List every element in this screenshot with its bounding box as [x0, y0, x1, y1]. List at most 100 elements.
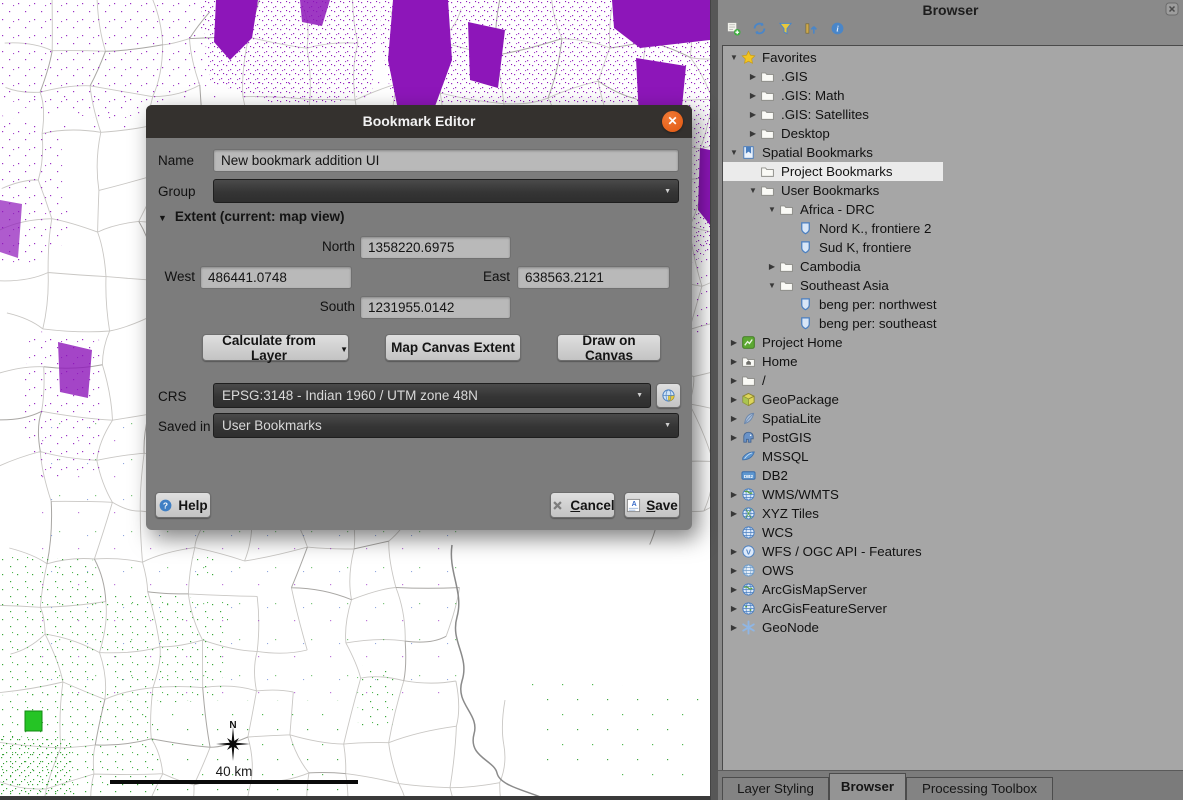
- browser-tree: ▼Favorites▶.GIS▶.GIS: Math▶.GIS: Satelli…: [722, 45, 1183, 771]
- tree-item-label: OWS: [762, 563, 794, 578]
- tree-item-label: Project Bookmarks: [781, 164, 893, 179]
- expander-closed-icon[interactable]: ▶: [746, 72, 760, 81]
- tab-processing-toolbox[interactable]: Processing Toolbox: [906, 777, 1053, 800]
- cancel-button[interactable]: Cancel: [550, 492, 615, 518]
- tree-item-db2[interactable]: DB2DB2: [723, 466, 788, 485]
- expander-closed-icon[interactable]: ▶: [727, 395, 741, 404]
- saved-in-combobox[interactable]: User Bookmarks▼: [213, 413, 679, 438]
- expander-closed-icon[interactable]: ▶: [746, 110, 760, 119]
- expander-closed-icon[interactable]: ▶: [746, 91, 760, 100]
- tree-item-wms-wmts[interactable]: ▶WMS/WMTS: [723, 485, 839, 504]
- expander-closed-icon[interactable]: ▶: [765, 262, 779, 271]
- tree-item-ows[interactable]: ▶ OWS: [723, 561, 794, 580]
- expander-closed-icon[interactable]: ▶: [727, 357, 741, 366]
- refresh-icon[interactable]: [752, 21, 769, 38]
- tree-item-[interactable]: ▶/: [723, 371, 766, 390]
- tree-item-geopackage[interactable]: ▶GeoPackage: [723, 390, 839, 409]
- tree-item-xyz-tiles[interactable]: ▶XYZ Tiles: [723, 504, 819, 523]
- save-button[interactable]: ASave: [624, 492, 680, 518]
- tree-item-postgis[interactable]: ▶ PostGIS: [723, 428, 812, 447]
- tree-item-gis-math[interactable]: ▶.GIS: Math: [723, 86, 845, 105]
- expander-closed-icon[interactable]: ▶: [727, 585, 741, 594]
- star-icon: [741, 50, 757, 65]
- globe-arcgis-map-icon: [741, 582, 757, 597]
- tree-item-label: ArcGisMapServer: [762, 582, 867, 597]
- expander-closed-icon[interactable]: ▶: [727, 490, 741, 499]
- expander-open-icon[interactable]: ▼: [727, 148, 741, 157]
- map-canvas-extent-button[interactable]: Map Canvas Extent: [385, 334, 521, 361]
- tree-item-sud-k-frontiere[interactable]: Sud K, frontiere: [723, 238, 911, 257]
- add-selected-layers-icon[interactable]: [726, 21, 743, 38]
- select-crs-button[interactable]: [656, 383, 681, 408]
- group-combobox[interactable]: ▼: [213, 179, 679, 203]
- expander-closed-icon[interactable]: ▶: [727, 509, 741, 518]
- tree-item-user-bookmarks[interactable]: ▼User Bookmarks: [723, 181, 879, 200]
- tree-item-label: SpatiaLite: [762, 411, 821, 426]
- calculate-from-layer-button[interactable]: Calculate from Layer▼: [202, 334, 349, 361]
- tree-item-label: beng per: southeast: [819, 316, 937, 331]
- tree-item-gis-satellites[interactable]: ▶.GIS: Satellites: [723, 105, 869, 124]
- tree-item-project-bookmarks[interactable]: Project Bookmarks: [723, 162, 943, 181]
- tree-item-desktop[interactable]: ▶Desktop: [723, 124, 830, 143]
- expander-closed-icon[interactable]: ▶: [727, 338, 741, 347]
- tree-item-project-home[interactable]: ▶Project Home: [723, 333, 843, 352]
- tree-item-label: PostGIS: [762, 430, 812, 445]
- expander-closed-icon[interactable]: ▶: [727, 433, 741, 442]
- tab-browser[interactable]: Browser: [829, 773, 906, 800]
- tree-item-arcgismapserver[interactable]: ▶ ArcGisMapServer: [723, 580, 867, 599]
- dialog-title-bar[interactable]: Bookmark Editor ✕: [146, 105, 692, 138]
- expander-open-icon[interactable]: ▼: [765, 281, 779, 290]
- tree-item-mssql[interactable]: MSSQL: [723, 447, 809, 466]
- west-input[interactable]: 486441.0748: [200, 266, 352, 289]
- draw-on-canvas-button[interactable]: Draw on Canvas: [557, 334, 661, 361]
- tree-item-arcgisfeatureserver[interactable]: ▶ArcGisFeatureServer: [723, 599, 887, 618]
- expander-closed-icon[interactable]: ▶: [727, 414, 741, 423]
- tree-item-home[interactable]: ▶Home: [723, 352, 797, 371]
- tree-item-nord-k-frontiere-2[interactable]: Nord K., frontiere 2: [723, 219, 931, 238]
- folder-icon: [760, 164, 776, 179]
- geopackage-icon: [741, 392, 757, 407]
- expander-closed-icon[interactable]: ▶: [727, 547, 741, 556]
- bookmark-icon: [798, 297, 814, 312]
- tree-item-southeast-asia[interactable]: ▼Southeast Asia: [723, 276, 889, 295]
- bookmark-icon: [798, 221, 814, 236]
- name-label: Name: [158, 153, 194, 168]
- tree-item-beng-per-southeast[interactable]: beng per: southeast: [723, 314, 937, 333]
- tree-item-spatial-bookmarks[interactable]: ▼Spatial Bookmarks: [723, 143, 873, 162]
- expander-open-icon[interactable]: ▼: [727, 53, 741, 62]
- tree-item-wcs[interactable]: WCS: [723, 523, 793, 542]
- north-input[interactable]: 1358220.6975: [360, 236, 511, 259]
- show-properties-icon[interactable]: i: [830, 21, 847, 38]
- expander-closed-icon[interactable]: ▶: [727, 566, 741, 575]
- tree-item-label: Sud K, frontiere: [819, 240, 911, 255]
- expander-open-icon[interactable]: ▼: [765, 205, 779, 214]
- tree-item-geonode[interactable]: ▶GeoNode: [723, 618, 819, 637]
- expander-open-icon[interactable]: ▼: [746, 186, 760, 195]
- tree-item-africa-drc[interactable]: ▼Africa - DRC: [723, 200, 875, 219]
- north-label: North: [295, 239, 355, 254]
- tree-item-beng-per-northwest[interactable]: beng per: northwest: [723, 295, 937, 314]
- expander-closed-icon[interactable]: ▶: [727, 376, 741, 385]
- tree-item-spatialite[interactable]: ▶ SpatiaLite: [723, 409, 821, 428]
- dialog-close-icon[interactable]: ✕: [662, 111, 683, 132]
- expander-closed-icon[interactable]: ▶: [746, 129, 760, 138]
- tree-item-favorites[interactable]: ▼Favorites: [723, 48, 817, 67]
- extent-section-header[interactable]: ▼Extent (current: map view): [158, 209, 344, 224]
- help-button[interactable]: ?Help: [155, 492, 211, 518]
- expander-closed-icon[interactable]: ▶: [727, 623, 741, 632]
- east-label: East: [477, 269, 510, 284]
- east-input[interactable]: 638563.2121: [517, 266, 670, 289]
- panel-close-icon[interactable]: [1165, 2, 1179, 16]
- spatialite-icon: [741, 411, 757, 426]
- expander-closed-icon[interactable]: ▶: [727, 604, 741, 613]
- folder-icon: [760, 88, 776, 103]
- tree-item-gis[interactable]: ▶.GIS: [723, 67, 808, 86]
- tab-layer-styling[interactable]: Layer Styling: [722, 777, 829, 800]
- tree-item-cambodia[interactable]: ▶Cambodia: [723, 257, 861, 276]
- crs-combobox[interactable]: EPSG:3148 - Indian 1960 / UTM zone 48N▼: [213, 383, 651, 408]
- name-input[interactable]: New bookmark addition UI: [213, 149, 679, 172]
- collapse-all-icon[interactable]: [804, 21, 821, 38]
- tree-item-wfs-ogc-api-features[interactable]: ▶VWFS / OGC API - Features: [723, 542, 922, 561]
- south-input[interactable]: 1231955.0142: [360, 296, 511, 319]
- filter-browser-icon[interactable]: [778, 21, 795, 38]
